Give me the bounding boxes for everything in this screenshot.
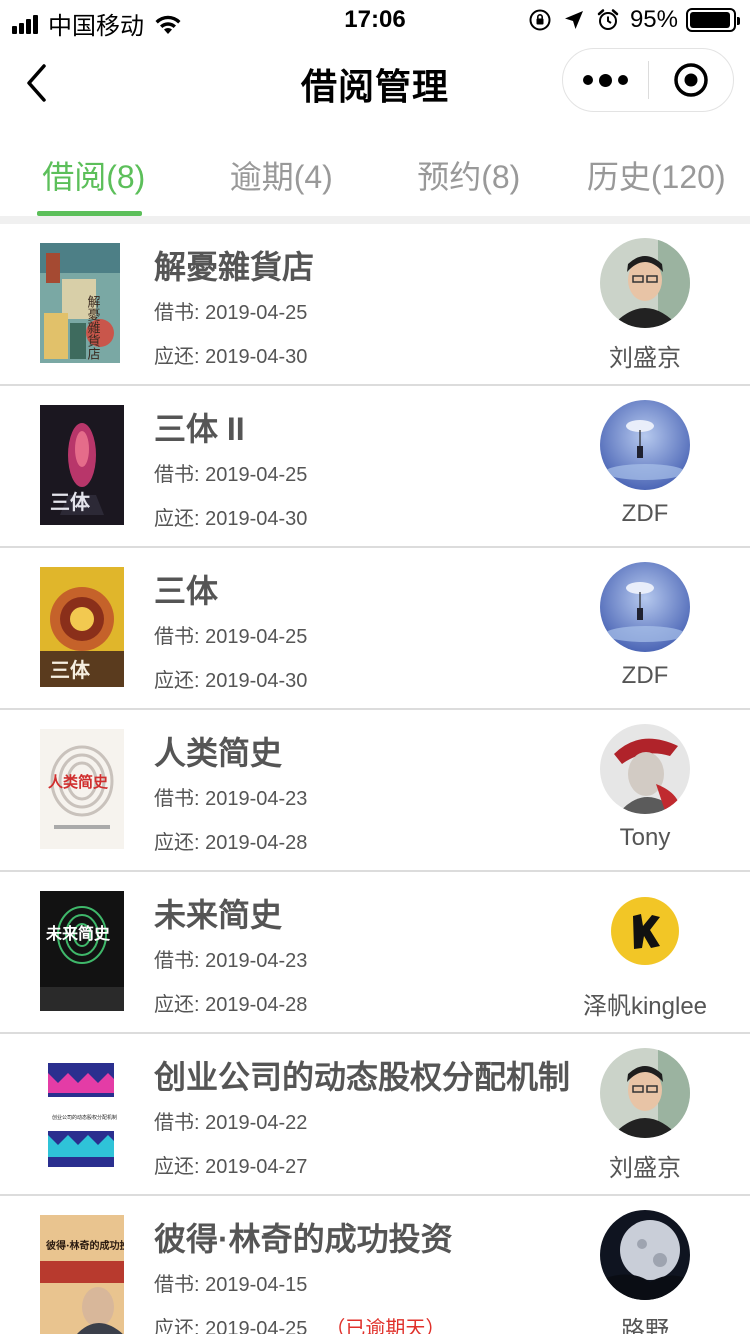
avatar — [600, 1210, 690, 1300]
book-cover-text: 创业公司的动态股权分配机制 — [52, 1114, 117, 1121]
more-button[interactable] — [563, 48, 648, 112]
tab-reserved[interactable]: 预约(8) — [375, 126, 563, 216]
avatar — [600, 1048, 690, 1138]
borrow-date: 借书: 2019-04-23 — [154, 788, 308, 810]
borrow-date: 借书: 2019-04-25 — [154, 302, 308, 324]
avatar — [600, 400, 690, 490]
overdue-badge: （已逾期天） — [325, 1318, 446, 1334]
alarm-icon — [597, 9, 619, 30]
borrow-date: 借书: 2019-04-25 — [154, 464, 308, 486]
borrow-date: 借书: 2019-04-25 — [154, 626, 308, 648]
battery-percent: 95% — [629, 6, 678, 33]
due-date: 应还: 2019-04-27 — [154, 1150, 307, 1179]
tabs-separator — [0, 216, 750, 224]
battery-icon — [686, 8, 740, 32]
book-cover-text: 解憂雜貨店 — [85, 295, 101, 360]
close-circle-icon — [674, 63, 708, 97]
due-date-text: 应还: 2019-04-28 — [154, 994, 308, 1016]
due-date: 应还: 2019-04-28 — [154, 826, 307, 855]
due-date-text: 应还: 2019-04-25 — [154, 1318, 308, 1334]
book-cover-text: 三体 — [50, 658, 91, 682]
book-cover-text: 三体 — [50, 490, 91, 514]
book-title: 未来简史 — [154, 897, 283, 933]
avatar — [600, 886, 690, 976]
borrow-date: 借书: 2019-04-23 — [154, 950, 308, 972]
book-title: 解憂雜貨店 — [154, 249, 315, 285]
nav-bar: 借阅管理 — [0, 40, 750, 126]
due-date: 应还: 2019-04-30 — [154, 502, 307, 531]
book-cover-text: 彼得·林奇的成功投资 — [46, 1239, 124, 1252]
book-title: 人类简史 — [154, 735, 283, 771]
mini-program-capsule — [562, 48, 734, 112]
avatar — [600, 562, 690, 652]
borrower-name: 泽帆kinglee — [582, 993, 708, 1020]
borrower-name: 刘盛京 — [609, 1155, 681, 1182]
borrower-name: Tony — [619, 824, 671, 851]
borrower-name: ZDF — [621, 500, 669, 527]
tab-history[interactable]: 历史(120) — [563, 126, 750, 216]
due-date-text: 应还: 2019-04-30 — [154, 346, 308, 368]
status-bar: 中国移动 17:06 95% — [0, 0, 750, 40]
book-cover: 三体 — [40, 567, 124, 687]
borrow-record-list: 解憂雜貨店 解憂雜貨店 借书: 2019-04-25 应还: 2019-04-3… — [0, 224, 750, 1334]
book-title: 创业公司的动态股权分配机制 — [154, 1059, 571, 1095]
tab-overdue[interactable]: 逾期(4) — [188, 126, 376, 216]
list-item[interactable]: 三体 三体 借书: 2019-04-25 应还: 2019-04-30 ZDF — [0, 548, 750, 710]
due-date: 应还: 2019-04-30 — [154, 340, 307, 369]
due-date-text: 应还: 2019-04-28 — [154, 832, 308, 854]
borrow-date: 借书: 2019-04-22 — [154, 1112, 308, 1134]
due-date: 应还: 2019-04-28 — [154, 988, 307, 1017]
close-button[interactable] — [649, 48, 733, 112]
book-cover: 解憂雜貨店 — [40, 243, 120, 363]
battery-fill — [690, 12, 730, 28]
book-cover: 彼得·林奇的成功投资 — [40, 1215, 124, 1334]
location-icon — [564, 11, 583, 29]
book-title: 彼得·林奇的成功投资 — [154, 1221, 453, 1257]
due-date-text: 应还: 2019-04-30 — [154, 670, 308, 692]
list-item[interactable]: 未来简史 未来简史 借书: 2019-04-23 应还: 2019-04-28 … — [0, 872, 750, 1034]
status-right: 95% — [528, 6, 740, 34]
due-date: 应还: 2019-04-30 — [154, 664, 307, 693]
due-date-text: 应还: 2019-04-27 — [154, 1156, 308, 1178]
borrower-name: 刘盛京 — [609, 345, 681, 372]
tab-borrowing[interactable]: 借阅(8) — [0, 126, 188, 216]
book-cover: 未来简史 — [40, 891, 124, 1011]
tab-bar: 借阅(8) 逾期(4) 预约(8) 历史(120) — [0, 126, 750, 216]
list-item[interactable]: 解憂雜貨店 解憂雜貨店 借书: 2019-04-25 应还: 2019-04-3… — [0, 224, 750, 386]
book-title: 三体 — [154, 573, 219, 609]
borrower-name: 路野 — [621, 1317, 669, 1334]
borrower-name: ZDF — [621, 662, 669, 689]
book-cover: 人类简史 — [40, 729, 124, 849]
list-item[interactable]: 人类简史 人类简史 借书: 2019-04-23 应还: 2019-04-28 … — [0, 710, 750, 872]
book-title: 三体 II — [154, 411, 245, 447]
list-item[interactable]: 三体 三体 II 借书: 2019-04-25 应还: 2019-04-30 Z… — [0, 386, 750, 548]
list-item[interactable]: 创业公司的动态股权分配机制 创业公司的动态股权分配机制 借书: 2019-04-… — [0, 1034, 750, 1196]
book-cover-text: 人类简史 — [48, 773, 109, 791]
book-cover-text: 未来简史 — [45, 924, 111, 943]
book-cover: 三体 — [40, 405, 124, 525]
borrow-date: 借书: 2019-04-15 — [154, 1274, 308, 1296]
avatar — [600, 724, 690, 814]
due-date-text: 应还: 2019-04-30 — [154, 508, 308, 530]
avatar — [600, 238, 690, 328]
due-date: 应还: 2019-04-25 （已逾期天） — [154, 1312, 445, 1334]
book-cover: 创业公司的动态股权分配机制 — [40, 1053, 124, 1173]
rotation-lock-icon — [529, 9, 551, 31]
list-item[interactable]: 彼得·林奇的成功投资 彼得·林奇的成功投资 借书: 2019-04-15 应还:… — [0, 1196, 750, 1334]
